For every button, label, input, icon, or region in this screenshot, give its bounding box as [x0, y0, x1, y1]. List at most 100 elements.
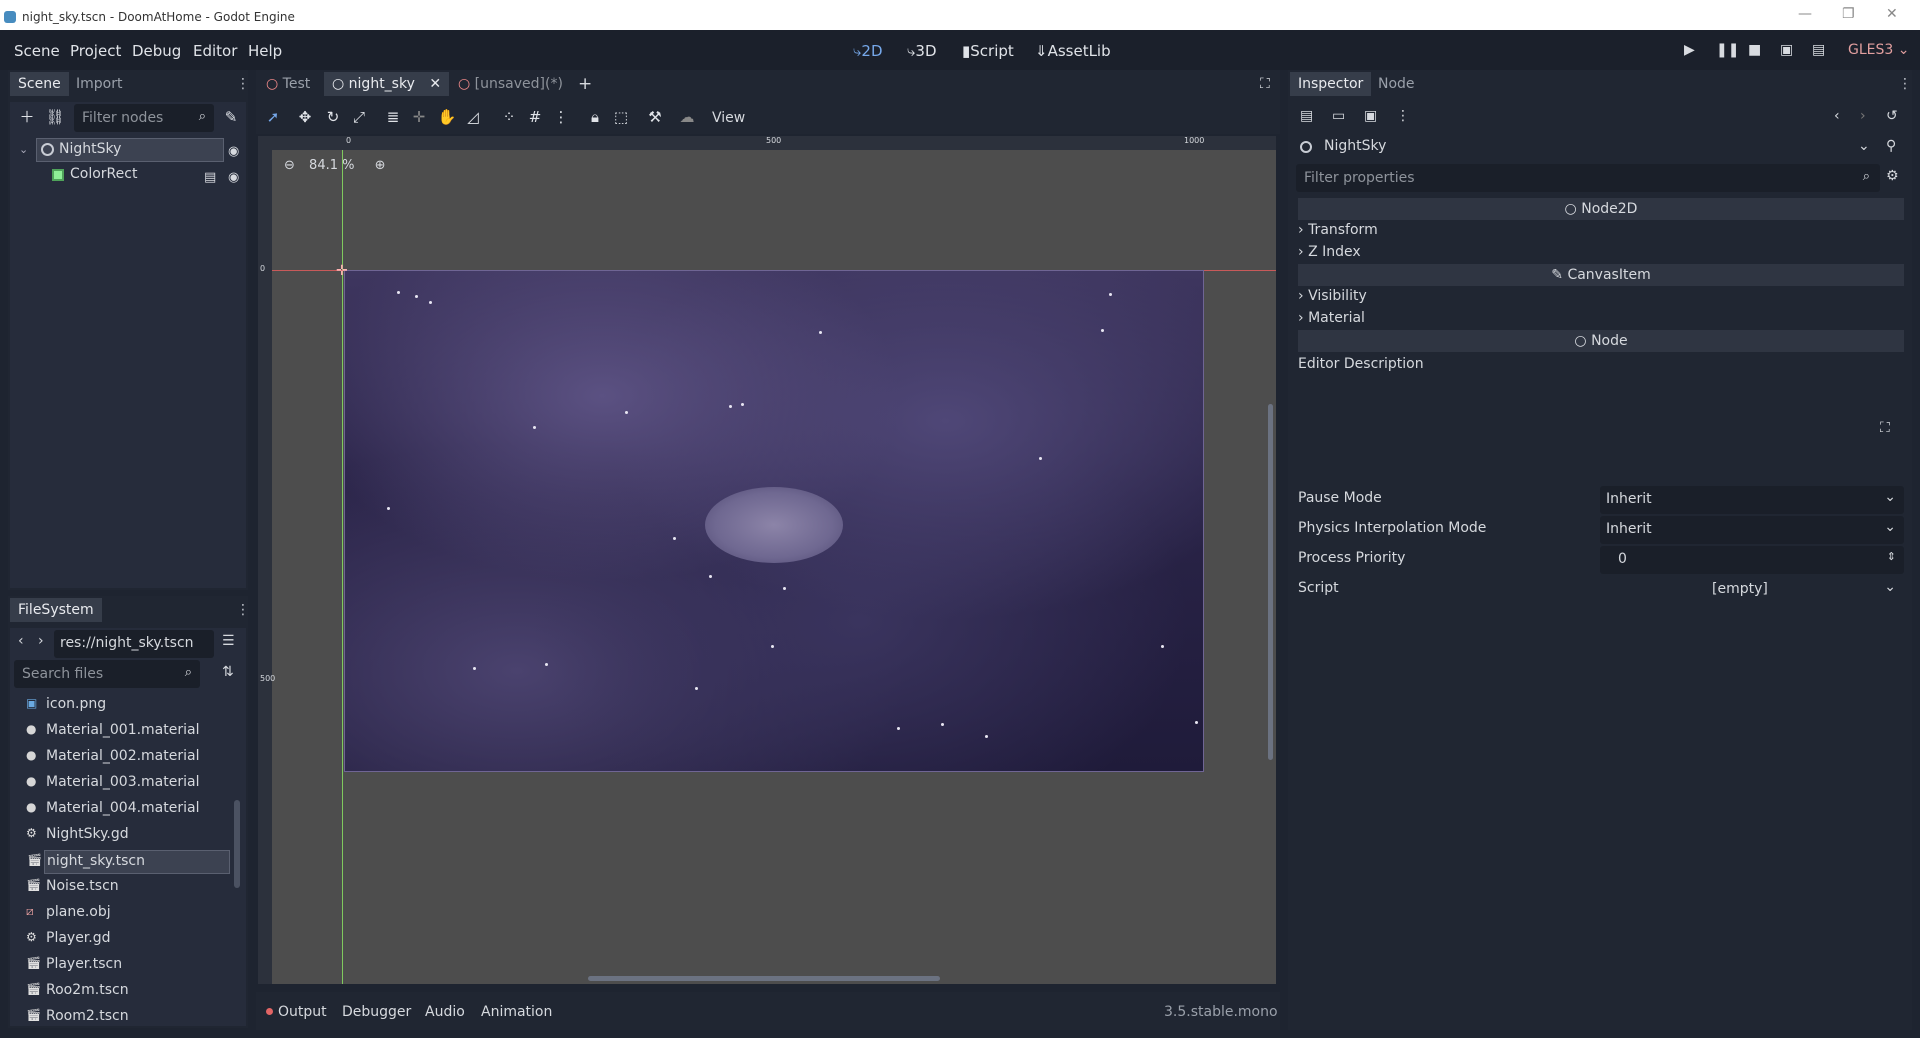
- maximize-icon[interactable]: ❐: [1842, 6, 1855, 22]
- filesystem-scrollbar[interactable]: [234, 800, 240, 888]
- menu-project[interactable]: Project: [70, 42, 121, 60]
- tab-filesystem[interactable]: FileSystem: [10, 598, 102, 622]
- play-scene-icon[interactable]: ▣: [1780, 42, 1793, 58]
- tree-node-colorrect[interactable]: ColorRect: [36, 164, 224, 188]
- group-z-index[interactable]: › Z Index: [1298, 244, 1361, 260]
- pivot-mode-icon[interactable]: ✛: [408, 106, 430, 128]
- bottom-tab-animation[interactable]: Animation: [481, 1004, 552, 1020]
- viewport-h-scrollbar[interactable]: [588, 976, 940, 981]
- editor-tab-night-sky[interactable]: ○ night_sky ✕: [324, 72, 450, 96]
- attach-script-icon[interactable]: ✎: [220, 106, 242, 128]
- select-mode-icon[interactable]: ➚: [262, 106, 284, 128]
- tree-node-nightsky[interactable]: ⌄ NightSky: [19, 138, 224, 162]
- group-visibility[interactable]: › Visibility: [1298, 288, 1367, 304]
- filter-nodes-input[interactable]: Filter nodes ⌕: [74, 104, 214, 132]
- history-back-icon[interactable]: ‹: [1834, 108, 1840, 124]
- dock-menu-icon[interactable]: ⋮: [236, 602, 250, 618]
- new-resource-icon[interactable]: ▤: [1300, 108, 1313, 124]
- group-transform[interactable]: › Transform: [1298, 222, 1378, 238]
- bottom-tab-output[interactable]: Output: [278, 1004, 327, 1020]
- distraction-free-icon[interactable]: ⛶: [1260, 76, 1270, 92]
- script-attached-icon[interactable]: ▤: [204, 170, 216, 185]
- menu-debug[interactable]: Debug: [132, 42, 181, 60]
- process-priority-spinbox[interactable]: 0 ⇕: [1600, 546, 1904, 574]
- skeleton-icon[interactable]: ⚒: [644, 106, 666, 128]
- zoom-out-icon[interactable]: ⊖: [284, 158, 295, 173]
- open-folder-icon[interactable]: ▭: [1332, 108, 1345, 124]
- physics-interp-select[interactable]: Inherit ⌄: [1600, 516, 1904, 544]
- play-custom-scene-icon[interactable]: ▤: [1812, 42, 1825, 58]
- dock-menu-icon[interactable]: ⋮: [236, 76, 250, 92]
- tab-scene[interactable]: Scene: [10, 72, 69, 96]
- pause-icon[interactable]: ❚❚: [1716, 42, 1739, 58]
- file-label: Material_002.material: [46, 748, 200, 764]
- editor-tab-test[interactable]: ○ Test: [266, 76, 310, 92]
- play-icon[interactable]: ▶: [1684, 42, 1695, 58]
- zoom-level[interactable]: 84.1 %: [309, 158, 354, 173]
- lock-icon[interactable]: 🔒︎: [584, 106, 606, 128]
- tab-inspector[interactable]: Inspector: [1290, 72, 1372, 96]
- group-material[interactable]: › Material: [1298, 310, 1365, 326]
- filter-properties-input[interactable]: Filter properties ⌕: [1296, 164, 1880, 192]
- expand-editor-icon[interactable]: ⛶: [1880, 420, 1890, 436]
- list-select-icon[interactable]: ≣: [382, 106, 404, 128]
- zoom-in-icon[interactable]: ⊕: [375, 158, 386, 173]
- ruler-mode-icon[interactable]: ◿: [462, 106, 484, 128]
- workspace-3d-button[interactable]: ⤷3D: [907, 42, 937, 60]
- minimize-icon[interactable]: —: [1798, 6, 1812, 22]
- node-info-icon[interactable]: ⚲: [1886, 138, 1896, 154]
- back-arrow-icon[interactable]: ‹: [18, 633, 24, 649]
- more-options-icon[interactable]: ⋮: [1396, 108, 1410, 124]
- visibility-eye-icon[interactable]: ◉: [228, 170, 239, 185]
- workspace-2d-button[interactable]: ⤷2D: [853, 42, 883, 60]
- script-resource-picker[interactable]: [empty] ⌄: [1600, 576, 1904, 604]
- new-tab-icon[interactable]: +: [578, 74, 592, 94]
- editor-description-textarea[interactable]: [1298, 376, 1878, 480]
- visibility-eye-icon[interactable]: ◉: [228, 144, 239, 159]
- object-history-icon[interactable]: ↺: [1886, 108, 1898, 124]
- sort-icon[interactable]: ⇅: [222, 664, 234, 680]
- scale-mode-icon[interactable]: ⤢: [348, 106, 370, 128]
- property-settings-icon[interactable]: ⚙: [1886, 168, 1899, 184]
- star: [545, 663, 548, 666]
- rotate-mode-icon[interactable]: ↻: [322, 106, 344, 128]
- camera-override-icon[interactable]: ☁: [676, 106, 698, 128]
- snap-options-icon[interactable]: ⋮: [550, 106, 572, 128]
- collapse-arrow-icon[interactable]: ⌄: [19, 143, 28, 156]
- path-field[interactable]: res://night_sky.tscn: [54, 630, 214, 658]
- node-selector[interactable]: NightSky ⌄: [1296, 136, 1890, 160]
- split-view-icon[interactable]: ☰: [222, 633, 235, 649]
- move-mode-icon[interactable]: ✥: [294, 106, 316, 128]
- workspace-assetlib-button[interactable]: ⇓AssetLib: [1035, 42, 1111, 60]
- pan-mode-icon[interactable]: ✋: [436, 106, 458, 128]
- workspace-script-button[interactable]: ▮Script: [962, 42, 1014, 60]
- save-icon[interactable]: ▣: [1364, 108, 1377, 124]
- bottom-tab-debugger[interactable]: Debugger: [342, 1004, 411, 1020]
- pause-mode-select[interactable]: Inherit ⌄: [1600, 486, 1904, 514]
- close-tab-icon[interactable]: ✕: [429, 76, 441, 92]
- bottom-tab-audio[interactable]: Audio: [425, 1004, 465, 1020]
- smart-snap-icon[interactable]: ⁘: [498, 106, 520, 128]
- editor-tab-unsaved[interactable]: ○ [unsaved](*): [458, 76, 563, 92]
- dock-menu-icon[interactable]: ⋮: [1898, 76, 1912, 92]
- search-files-input[interactable]: Search files ⌕: [14, 660, 200, 688]
- menu-scene[interactable]: Scene: [14, 42, 60, 60]
- renderer-selector[interactable]: GLES3 ⌄: [1848, 42, 1909, 58]
- night-sky-colorrect[interactable]: [344, 270, 1204, 772]
- menu-editor[interactable]: Editor: [193, 42, 237, 60]
- instance-scene-icon[interactable]: ⛓: [44, 106, 66, 128]
- group-icon[interactable]: ⬚: [610, 106, 632, 128]
- menu-help[interactable]: Help: [248, 42, 282, 60]
- history-forward-icon[interactable]: ›: [1860, 108, 1866, 124]
- viewport-v-scrollbar[interactable]: [1268, 404, 1273, 760]
- close-window-icon[interactable]: ✕: [1886, 6, 1898, 22]
- view-menu-button[interactable]: View: [704, 108, 753, 128]
- stop-icon[interactable]: ■: [1748, 42, 1761, 58]
- tab-import[interactable]: Import: [68, 72, 130, 96]
- stepper-icon[interactable]: ⇕: [1887, 550, 1896, 563]
- forward-arrow-icon[interactable]: ›: [38, 633, 44, 649]
- tab-node[interactable]: Node: [1370, 72, 1423, 96]
- grid-snap-icon[interactable]: #: [524, 106, 546, 128]
- file-item[interactable]: 🎬︎ night_sky.tscn: [27, 850, 230, 874]
- add-node-icon[interactable]: ＋: [16, 106, 38, 128]
